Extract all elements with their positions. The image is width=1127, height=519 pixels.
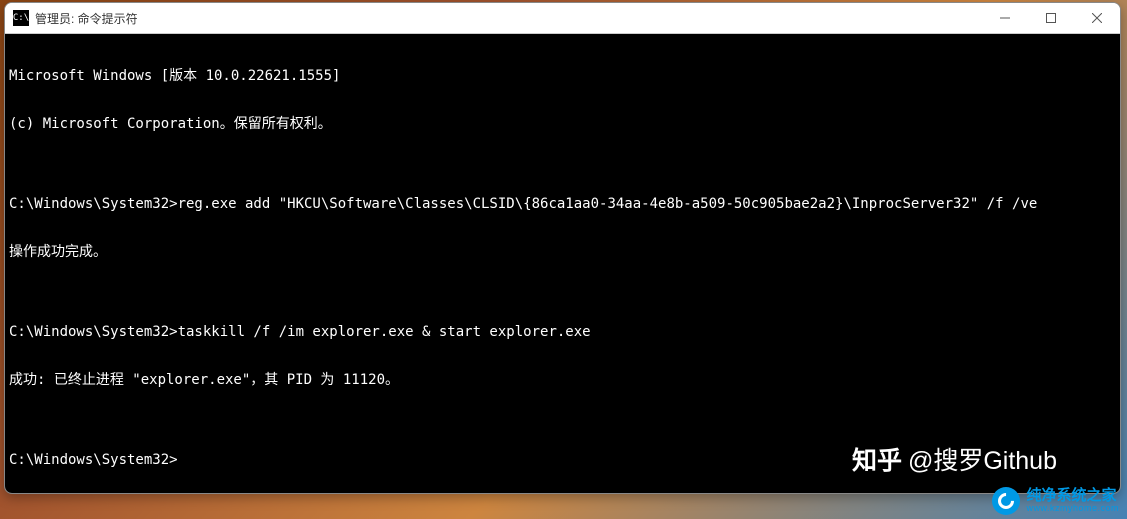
terminal-line: C:\Windows\System32>reg.exe add "HKCU\So…: [9, 196, 1116, 212]
close-button[interactable]: [1074, 3, 1120, 33]
site-name: 纯净系统之家: [1026, 488, 1119, 505]
cmd-icon-label: C:\: [13, 14, 29, 23]
zhihu-author: @搜罗Github: [908, 441, 1057, 477]
titlebar[interactable]: C:\ 管理员: 命令提示符: [5, 3, 1120, 33]
site-watermark-text: 纯净系统之家 www.kzmyhome.com: [1026, 488, 1119, 514]
terminal-output[interactable]: Microsoft Windows [版本 10.0.22621.1555] (…: [5, 33, 1120, 493]
command-prompt-window: C:\ 管理员: 命令提示符 Microsoft Windows [版本 10.…: [4, 2, 1121, 494]
terminal-line: Microsoft Windows [版本 10.0.22621.1555]: [9, 68, 1116, 84]
site-url: www.kzmyhome.com: [1026, 504, 1119, 514]
zhihu-prefix: 知乎: [852, 441, 902, 477]
zhihu-watermark: 知乎 @搜罗Github: [852, 441, 1057, 477]
terminal-line: (c) Microsoft Corporation。保留所有权利。: [9, 116, 1116, 132]
minimize-button[interactable]: [982, 3, 1028, 33]
cmd-icon: C:\: [13, 10, 29, 26]
maximize-button[interactable]: [1028, 3, 1074, 33]
terminal-line: C:\Windows\System32>taskkill /f /im expl…: [9, 324, 1116, 340]
window-controls: [982, 3, 1120, 33]
site-watermark: 纯净系统之家 www.kzmyhome.com: [992, 487, 1119, 515]
window-title: 管理员: 命令提示符: [35, 10, 138, 27]
terminal-line: 操作成功完成。: [9, 244, 1116, 260]
site-logo-icon: [992, 487, 1020, 515]
terminal-line: 成功: 已终止进程 "explorer.exe"，其 PID 为 11120。: [9, 372, 1116, 388]
